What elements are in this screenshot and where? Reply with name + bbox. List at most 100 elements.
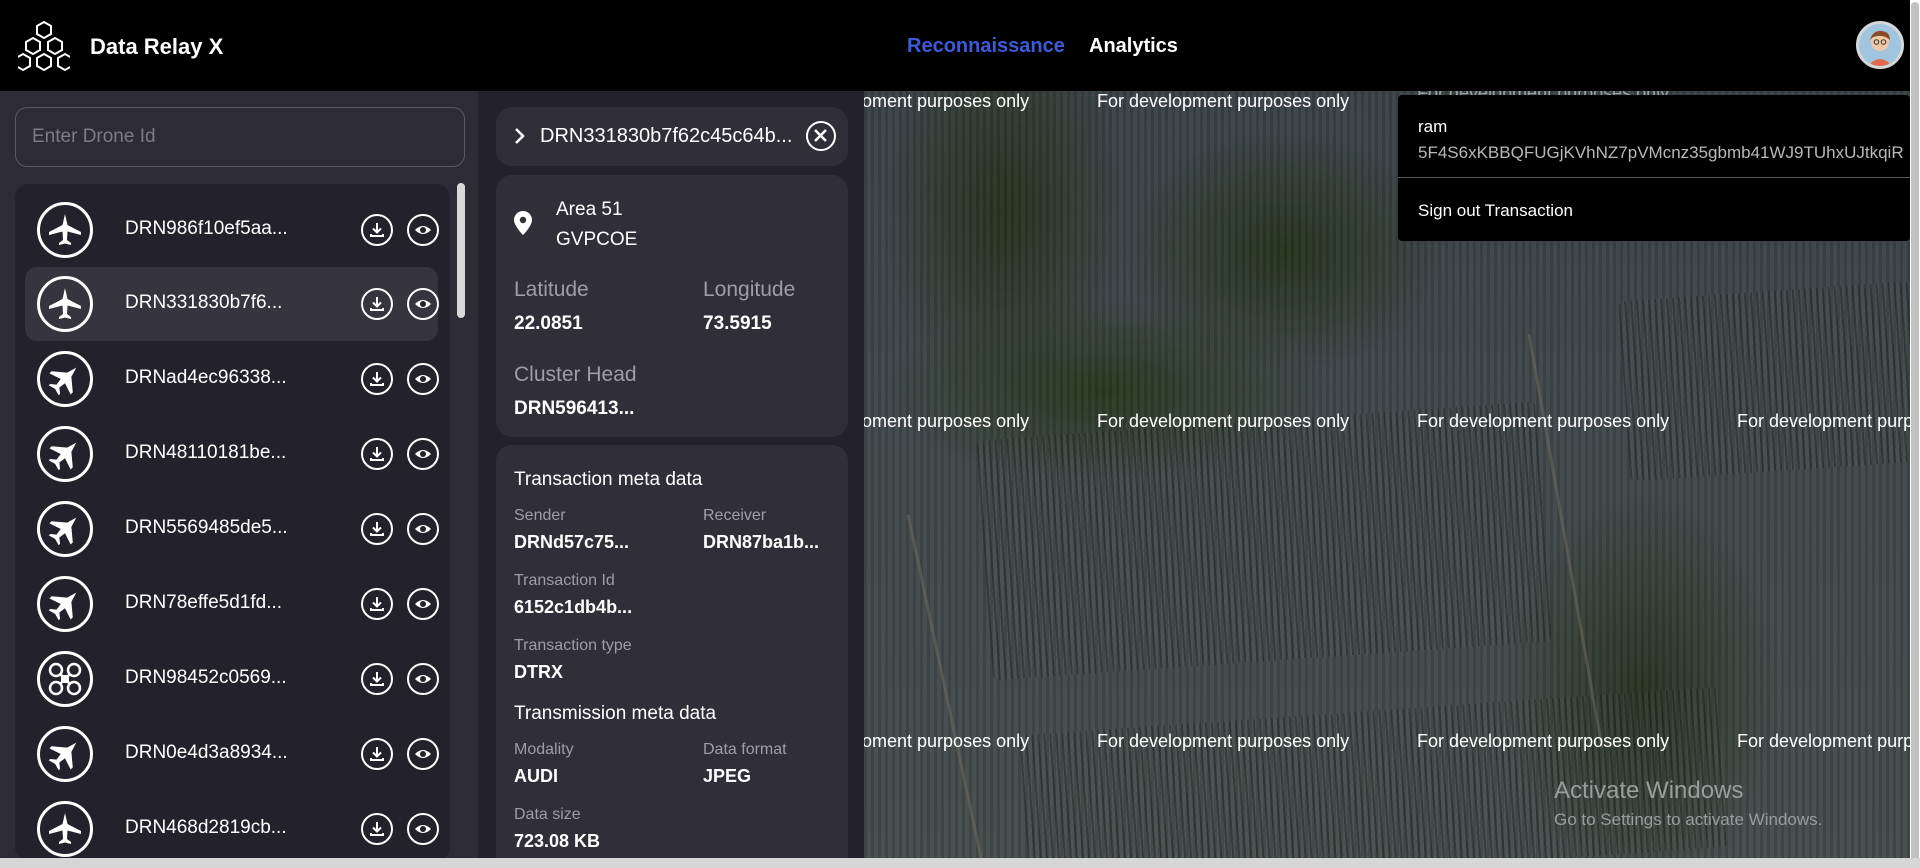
sender-value: DRNd57c75... xyxy=(514,532,630,552)
activate-windows-subtitle: Go to Settings to activate Windows. xyxy=(1554,810,1823,829)
popup-divider xyxy=(1398,177,1910,178)
view-button[interactable] xyxy=(407,438,439,470)
app-title: Data Relay X xyxy=(90,34,224,59)
drone-id-label: DRN48110181be... xyxy=(125,442,287,463)
download-icon xyxy=(370,223,384,237)
fighter-jet-icon xyxy=(37,351,93,407)
transaction-type-label: Transaction type xyxy=(514,637,632,654)
drone-id-label: DRN98452c0569... xyxy=(125,667,287,688)
view-button[interactable] xyxy=(407,738,439,770)
eye-icon xyxy=(415,300,431,308)
activate-windows-title: Activate Windows xyxy=(1554,777,1744,804)
dev-watermark: For development purposes only xyxy=(1417,411,1670,431)
top-bar: Data Relay X Reconnaissance Analytics xyxy=(0,0,1920,91)
download-button[interactable] xyxy=(361,438,393,470)
dev-watermark: oment purposes only xyxy=(864,411,1030,431)
hexagon-logo-icon[interactable] xyxy=(18,20,70,72)
dev-watermark: For development purposes only xyxy=(1097,411,1350,431)
close-detail-button[interactable] xyxy=(806,121,836,151)
drone-list: DRN986f10ef5aa... DRN331830b7f6... DRNad… xyxy=(15,184,450,861)
eye-icon xyxy=(415,226,431,234)
drone-list-panel: DRN986f10ef5aa... DRN331830b7f6... DRNad… xyxy=(0,91,478,861)
data-format-label: Data format xyxy=(703,741,787,758)
download-icon xyxy=(370,372,384,386)
view-button[interactable] xyxy=(407,363,439,395)
account-name: ram xyxy=(1418,117,1448,136)
dev-watermark: oment purposes only xyxy=(864,731,1030,751)
airplane-icon xyxy=(37,202,93,258)
download-icon xyxy=(370,672,384,686)
download-button[interactable] xyxy=(361,663,393,695)
drone-row[interactable]: DRNad4ec96338... xyxy=(25,342,439,416)
eye-icon xyxy=(415,675,431,683)
drone-row[interactable]: DRN78effe5d1fd... xyxy=(25,567,439,641)
dev-watermark: For development purposes only xyxy=(1097,731,1350,751)
dev-watermark: For development purpo xyxy=(1737,411,1910,431)
download-icon xyxy=(370,597,384,611)
cluster-head-value: DRN596413... xyxy=(514,398,635,419)
airplane-icon xyxy=(37,801,93,857)
drone-row[interactable]: DRN986f10ef5aa... xyxy=(25,193,439,267)
download-button[interactable] xyxy=(361,288,393,320)
drone-list-scrollbar[interactable] xyxy=(457,183,465,318)
download-button[interactable] xyxy=(361,738,393,770)
account-address[interactable]: 5F4S6xKBBQFUGjKVhNZ7pVMcnz35gbmb41WJ9TUh… xyxy=(1418,143,1904,163)
drone-id-label: DRN331830b7f6... xyxy=(125,292,283,313)
view-button[interactable] xyxy=(407,513,439,545)
fighter-jet-icon xyxy=(37,426,93,482)
airplane-icon xyxy=(37,276,93,332)
download-button[interactable] xyxy=(361,513,393,545)
map-field-texture xyxy=(976,401,1552,681)
view-button[interactable] xyxy=(407,813,439,845)
longitude-value: 73.5915 xyxy=(703,313,772,334)
view-button[interactable] xyxy=(407,288,439,320)
drone-row[interactable]: DRN468d2819cb... xyxy=(25,792,439,861)
latitude-label: Latitude xyxy=(514,278,589,301)
data-size-value: 723.08 KB xyxy=(514,831,601,851)
drone-row[interactable]: DRN0e4d3a8934... xyxy=(25,717,439,791)
view-button[interactable] xyxy=(407,214,439,246)
drone-id-label: DRN5569485de5... xyxy=(125,517,288,538)
chevron-right-icon[interactable] xyxy=(512,126,528,146)
drone-row[interactable]: DRN98452c0569... xyxy=(25,642,439,716)
location-area: Area 51 xyxy=(556,199,623,220)
dev-watermark: For development purposes only xyxy=(1097,91,1350,111)
download-button[interactable] xyxy=(361,214,393,246)
eye-icon xyxy=(415,450,431,458)
close-icon xyxy=(814,129,827,142)
map-road xyxy=(906,514,985,861)
modality-value: AUDI xyxy=(514,766,558,786)
horizontal-scrollbar[interactable] xyxy=(0,858,1920,868)
account-popup: ram 5F4S6xKBBQFUGjKVhNZ7pVMcnz35gbmb41WJ… xyxy=(1398,95,1910,241)
drone-id-card: DRN331830b7f62c45c64b... xyxy=(496,107,848,166)
dev-watermark: For development purposes only xyxy=(1417,731,1670,751)
user-avatar[interactable] xyxy=(1856,21,1904,69)
sender-label: Sender xyxy=(514,507,566,524)
data-format-value: JPEG xyxy=(703,766,752,786)
quadcopter-icon xyxy=(37,651,93,707)
drone-row[interactable]: DRN48110181be... xyxy=(25,417,439,491)
nav-analytics[interactable]: Analytics xyxy=(1089,35,1178,58)
transaction-meta-title: Transaction meta data xyxy=(514,469,703,490)
drone-id-label: DRN986f10ef5aa... xyxy=(125,218,288,239)
nav-reconnaissance[interactable]: Reconnaissance xyxy=(907,35,1065,58)
transaction-id-label: Transaction Id xyxy=(514,572,615,589)
sign-out-transaction-button[interactable]: Sign out Transaction xyxy=(1418,201,1573,221)
fighter-jet-icon xyxy=(37,576,93,632)
view-button[interactable] xyxy=(407,663,439,695)
page-scrollbar-thumb[interactable] xyxy=(1911,2,1919,868)
download-button[interactable] xyxy=(361,588,393,620)
transaction-id-value: 6152c1db4b... xyxy=(514,597,633,617)
view-button[interactable] xyxy=(407,588,439,620)
map-field-texture xyxy=(1019,686,1729,861)
drone-detail-panel: DRN331830b7f62c45c64b... Area 51 GVPCOE … xyxy=(478,91,864,868)
download-button[interactable] xyxy=(361,813,393,845)
drone-row-selected[interactable]: DRN331830b7f6... xyxy=(25,267,439,341)
transaction-type-value: DTRX xyxy=(514,662,563,682)
drone-row[interactable]: DRN5569485de5... xyxy=(25,492,439,566)
drone-id-search-input[interactable] xyxy=(15,107,465,167)
location-site: GVPCOE xyxy=(556,229,638,250)
download-button[interactable] xyxy=(361,363,393,395)
metadata-card: Transaction meta data Sender Receiver DR… xyxy=(496,445,848,868)
data-size-label: Data size xyxy=(514,806,581,823)
